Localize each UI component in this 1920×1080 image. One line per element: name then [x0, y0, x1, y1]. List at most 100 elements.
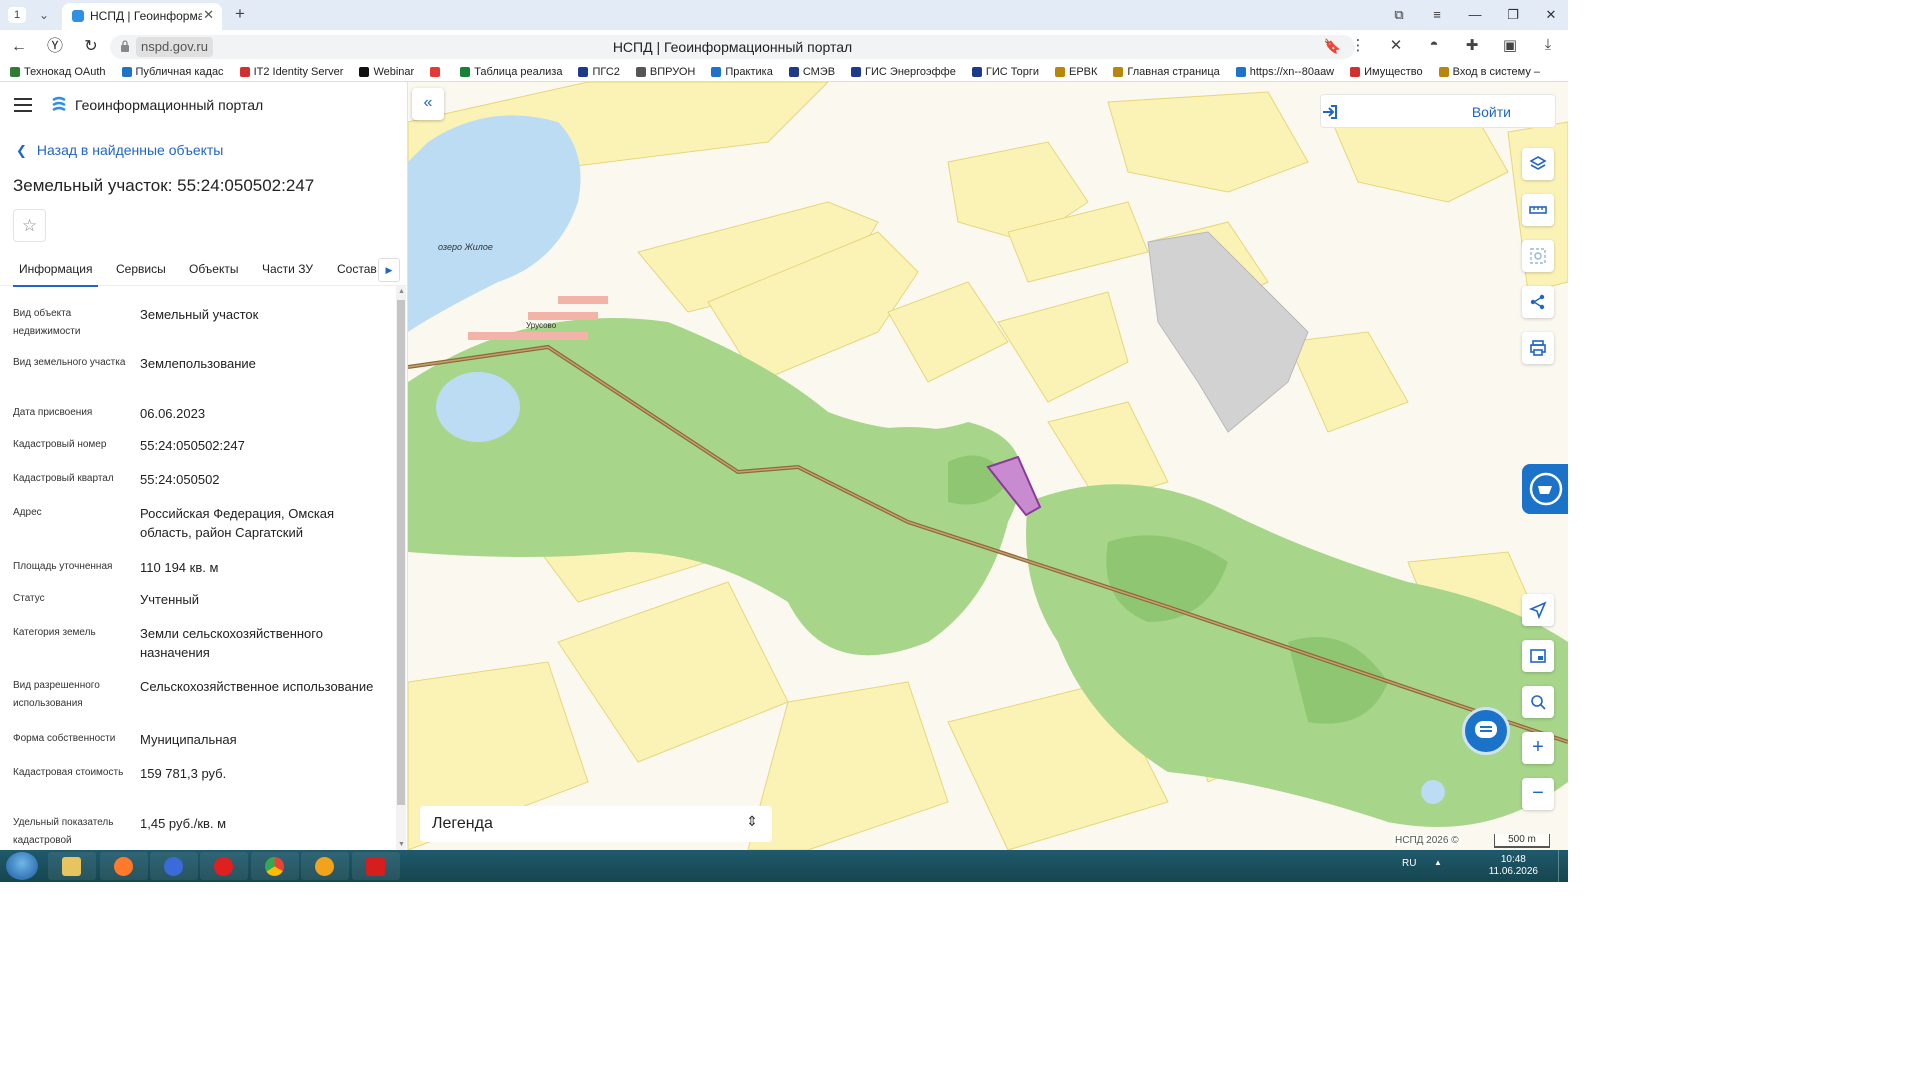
- bookmark-favicon-icon: [121, 66, 132, 77]
- bookmark-item[interactable]: Публичная кадас: [112, 62, 230, 81]
- extensions-icon[interactable]: ✚: [1462, 36, 1482, 54]
- address-bar[interactable]: nspd.gov.ru НСПД | Геоинформационный пор…: [110, 35, 1355, 59]
- bookmark-favicon-icon: [1054, 66, 1065, 77]
- chevron-down-icon[interactable]: ⌄: [34, 5, 54, 25]
- login-icon: [1323, 105, 1337, 119]
- restore-button[interactable]: ❐: [1504, 4, 1522, 26]
- yandex-icon[interactable]: Ⓨ: [44, 36, 66, 58]
- opera-taskbar-icon[interactable]: [200, 852, 248, 880]
- login-button[interactable]: Войти: [1320, 94, 1556, 128]
- show-desktop-button[interactable]: [1558, 850, 1568, 882]
- bookmark-label: Публичная кадас: [135, 65, 224, 78]
- layers-icon[interactable]: [1522, 148, 1554, 180]
- collections-icon[interactable]: ▣: [1500, 36, 1520, 54]
- share-icon[interactable]: [1522, 286, 1554, 318]
- tray-expand-icon[interactable]: ▲: [1434, 858, 1442, 867]
- app-taskbar-icon[interactable]: [301, 852, 349, 880]
- close-tab-icon[interactable]: ✕: [203, 7, 214, 23]
- bookmark-favicon-icon: [10, 66, 20, 77]
- attribute-value: Сельскохозяйственное использование: [140, 679, 374, 694]
- acrobat-taskbar-icon[interactable]: [352, 852, 400, 880]
- new-tab-button[interactable]: +: [230, 4, 250, 24]
- nspd-favicon-icon: [72, 10, 84, 22]
- feedback-widget-icon[interactable]: [1522, 464, 1568, 514]
- bookmark-item[interactable]: IT2 Identity Server: [230, 62, 350, 81]
- input-language[interactable]: RU: [1402, 858, 1416, 869]
- active-tab[interactable]: НСПД | Геоинформацио ✕: [62, 3, 222, 30]
- page-title: НСПД | Геоинформационный портал: [612, 39, 853, 55]
- bookmark-label: СМЭВ: [802, 65, 836, 78]
- bookmark-item[interactable]: Имущество: [1340, 62, 1429, 81]
- bookmark-item[interactable]: ЕРВК: [1045, 62, 1103, 81]
- bookmark-item[interactable]: Технокад OAuth: [0, 62, 112, 81]
- attribute-label: Кадастровая стоимость: [13, 767, 124, 778]
- chat-button[interactable]: [1462, 707, 1510, 755]
- tab-objects[interactable]: Объекты: [189, 262, 239, 276]
- close-window-button[interactable]: ✕: [1542, 4, 1560, 26]
- bookmark-panel-icon[interactable]: ⧉: [1390, 4, 1408, 26]
- chrome-taskbar-icon[interactable]: [251, 852, 299, 880]
- bookmark-favicon-icon: [635, 66, 646, 77]
- login-label: Войти: [1471, 104, 1511, 120]
- minimap-icon[interactable]: [1522, 640, 1554, 672]
- back-arrow-icon[interactable]: ←: [8, 36, 30, 58]
- clock[interactable]: 10:48 11.06.2026: [1489, 854, 1538, 878]
- bookmark-item[interactable]: Вход в систему –: [1429, 62, 1546, 81]
- more-vertical-icon[interactable]: ⋮: [1348, 36, 1368, 54]
- bookmark-favicon-icon: [851, 66, 862, 77]
- bookmark-icon[interactable]: 🔖: [1324, 38, 1341, 55]
- print-icon[interactable]: [1522, 332, 1554, 364]
- bookmark-item[interactable]: ВПРУОН: [626, 62, 701, 81]
- attribute-value: Муниципальная: [140, 732, 237, 747]
- map-canvas[interactable]: озеро Жилое Урусово « Войти + − Легенда …: [408, 82, 1568, 850]
- bookmark-item[interactable]: https://xn--80aaw: [1226, 62, 1340, 81]
- back-to-results-link[interactable]: ❮ Назад в найденные объекты: [16, 142, 223, 159]
- back-label: Назад в найденные объекты: [36, 142, 224, 158]
- tab-composition[interactable]: Состав: [337, 262, 377, 276]
- scroll-up-icon[interactable]: ▲: [398, 288, 405, 295]
- firefox-taskbar-icon[interactable]: [100, 852, 148, 880]
- yandex-browser-taskbar-icon[interactable]: [150, 852, 198, 880]
- scroll-down-icon[interactable]: ▼: [398, 841, 405, 848]
- screen: 1 ⌄ НСПД | Геоинформацио ✕ + ⧉ ≡ — ❐ ✕ ←…: [0, 0, 1568, 882]
- panel-scrollbar[interactable]: ▲ ▼: [396, 286, 406, 850]
- tab-information[interactable]: Информация: [13, 262, 99, 287]
- object-title: Земельный участок: 55:24:050502:247: [13, 176, 315, 195]
- kontur-extension-icon[interactable]: ✕: [1386, 36, 1406, 54]
- bookmark-item[interactable]: ГИС Энергоэффе: [841, 62, 962, 81]
- chevron-left-icon: ❮: [16, 143, 27, 158]
- bookmark-item[interactable]: Webinar: [349, 62, 420, 81]
- ruler-icon[interactable]: [1522, 194, 1554, 226]
- legend-dropdown[interactable]: Легенда ⇕: [420, 806, 772, 842]
- reload-icon[interactable]: ↻: [80, 36, 102, 58]
- bookmark-favicon-icon: [788, 66, 799, 77]
- search-location-icon[interactable]: [1522, 686, 1554, 718]
- zoom-in-button[interactable]: +: [1522, 732, 1554, 764]
- legend-label: Легенда: [432, 815, 493, 832]
- tab-parts[interactable]: Части ЗУ: [262, 262, 313, 276]
- minimize-button[interactable]: —: [1466, 4, 1484, 26]
- bookmark-item[interactable]: ПГС2: [568, 62, 625, 81]
- geolocation-icon[interactable]: [1522, 594, 1554, 626]
- bookmark-item[interactable]: Главная страница: [1103, 62, 1225, 81]
- bookmark-item[interactable]: [420, 62, 450, 81]
- bookmark-item[interactable]: ГИС Торги: [962, 62, 1045, 81]
- tab-counter[interactable]: 1: [8, 7, 26, 23]
- downloads-icon[interactable]: ⤓: [1538, 36, 1558, 54]
- menu-icon[interactable]: ≡: [1428, 4, 1446, 26]
- bookmark-item[interactable]: Практика: [701, 62, 778, 81]
- area-select-icon[interactable]: [1522, 240, 1554, 272]
- start-button[interactable]: [6, 852, 38, 880]
- bookmark-item[interactable]: Таблица реализа: [450, 62, 568, 81]
- explorer-taskbar-icon[interactable]: [48, 852, 96, 880]
- attribute-label: Вид земельного участка: [13, 357, 126, 368]
- tabs-scroll-right-icon[interactable]: ▶: [378, 258, 400, 282]
- scrollbar-thumb[interactable]: [397, 300, 405, 805]
- favorite-star-icon[interactable]: ☆: [13, 209, 46, 242]
- bookmark-item[interactable]: СМЭВ: [779, 62, 841, 81]
- zoom-out-button[interactable]: −: [1522, 778, 1554, 810]
- tab-services[interactable]: Сервисы: [116, 262, 166, 276]
- hat-extension-icon[interactable]: ◓: [1424, 36, 1444, 54]
- hamburger-menu-icon[interactable]: [14, 98, 32, 112]
- collapse-panel-icon[interactable]: «: [412, 88, 444, 120]
